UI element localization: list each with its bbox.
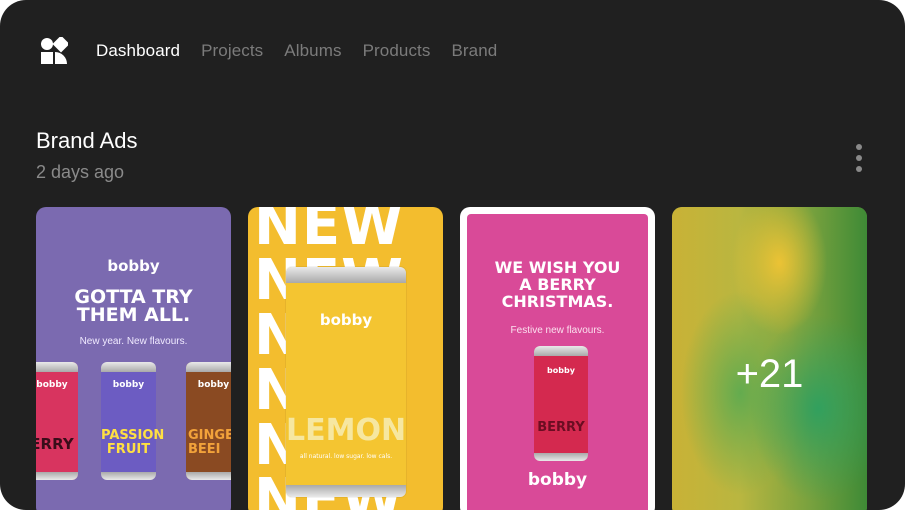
can-flavor: LEMON (286, 413, 407, 448)
headline-line-2: A BERRY (519, 275, 596, 294)
pink-poster: WE WISH YOU A BERRY CHRISTMAS. Festive n… (467, 214, 648, 510)
can-passion-fruit: bobby PASSION FRUIT (101, 362, 165, 480)
can-flavor-2: FRUIT (106, 442, 151, 457)
can-flavor: ERRY (36, 435, 74, 453)
can-flavor-1: PASSION (101, 428, 165, 443)
can-lemon: bobby LEMON all natural. low sugar. low … (286, 267, 406, 497)
can-flavor: BERRY (537, 420, 585, 435)
more-vertical-icon[interactable] (850, 144, 868, 172)
ad-card-more[interactable]: +21 (672, 207, 867, 510)
more-count: +21 (735, 352, 804, 396)
brand-logo-text: bobby (527, 470, 588, 490)
headline-line-3: CHRISTMAS. (501, 292, 614, 311)
can-ginger-beer: bobby GINGE BEEI (186, 362, 231, 480)
top-nav: Dashboard Projects Albums Products Brand (40, 33, 518, 69)
nav-albums[interactable]: Albums (284, 41, 341, 61)
can-flavor-2: BEEI (188, 442, 221, 457)
ad-card-lemon[interactable]: NEW NEW NEW NEW NEW NEW bobby LEMON all … (248, 207, 443, 510)
can-berry: bobby BERRY (534, 346, 588, 461)
can-description: all natural. low sugar. low cals. (299, 453, 393, 460)
ad-tagline: New year. New flavours. (79, 336, 188, 347)
nav-projects[interactable]: Projects (201, 41, 263, 61)
can-brand: bobby (547, 366, 575, 375)
nav-brand[interactable]: Brand (451, 41, 497, 61)
can-brand: bobby (112, 380, 145, 390)
can-flavor-1: GINGE (188, 428, 231, 443)
headline-line-1: WE WISH YOU (494, 258, 621, 277)
nav-dashboard[interactable]: Dashboard (96, 41, 180, 61)
headline-line-2: THEM ALL. (76, 304, 191, 326)
ad-card-gotta-try[interactable]: bobby GOTTA TRY THEM ALL. New year. New … (36, 207, 231, 510)
section-title: Brand Ads (36, 128, 138, 153)
can-berry: bobby ERRY (36, 362, 78, 480)
brand-logo-text: bobby (107, 257, 160, 275)
app-logo-icon[interactable] (40, 35, 70, 65)
ad-tagline: Festive new flavours. (510, 325, 605, 336)
section-timestamp: 2 days ago (36, 162, 125, 182)
can-brand: bobby (319, 311, 373, 329)
can-brand: bobby (197, 380, 230, 390)
app-window: Dashboard Projects Albums Products Brand… (0, 0, 905, 510)
nav-products[interactable]: Products (363, 41, 431, 61)
can-brand: bobby (36, 380, 68, 390)
ad-card-berry-christmas[interactable]: WE WISH YOU A BERRY CHRISTMAS. Festive n… (460, 207, 655, 510)
